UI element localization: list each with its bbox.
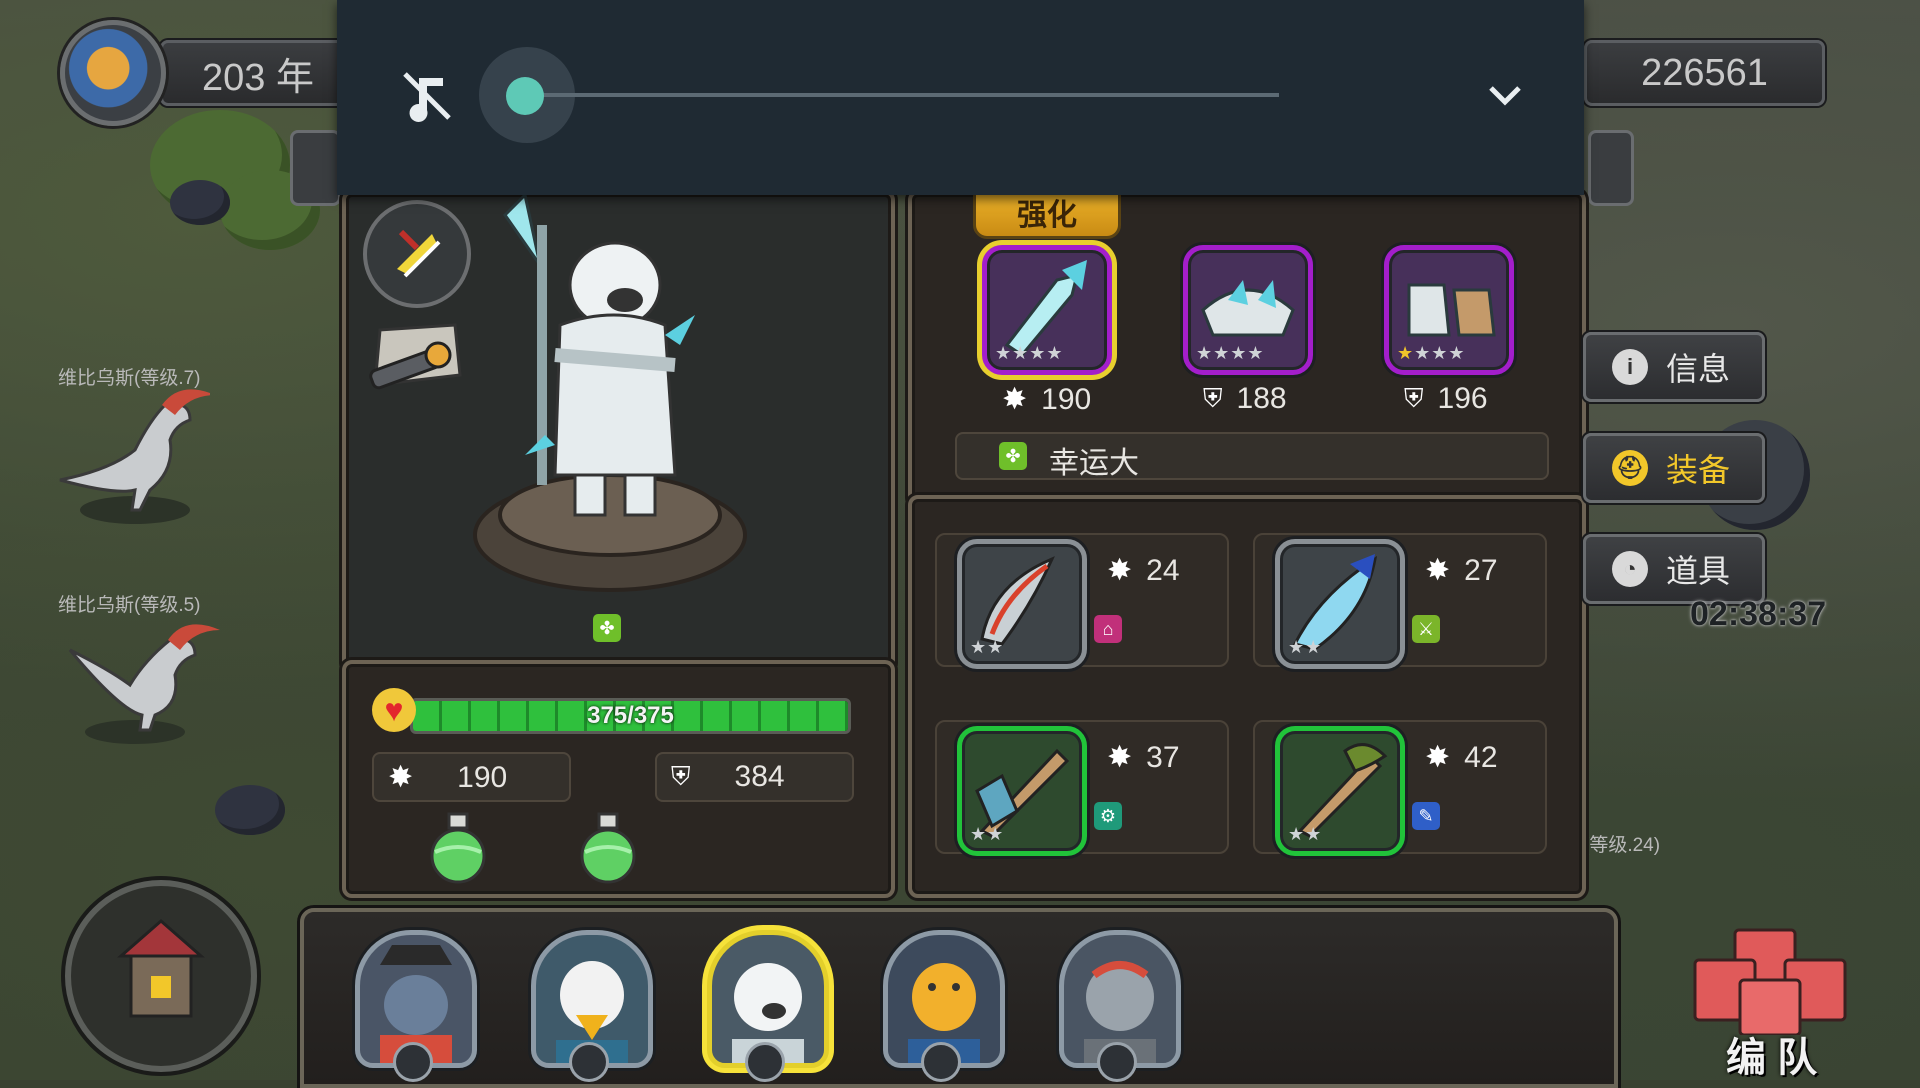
volume-slider-track[interactable] [542, 93, 1279, 97]
set-name: 幸运大 [1049, 447, 1139, 480]
enhance-label: 强化 [1017, 199, 1077, 232]
item-value: 27 [1464, 553, 1498, 587]
hp-bar: 375/375 [410, 698, 851, 734]
left-panel-hook [290, 130, 341, 206]
attack-icon: ✸ [388, 761, 414, 794]
info-icon: i [1612, 349, 1648, 385]
team-formation-button[interactable]: 编 队 [1690, 925, 1855, 1080]
items-label: 道具 [1666, 553, 1731, 589]
attack-icon: ✸ [1002, 383, 1028, 416]
star-rating: ★★ [970, 824, 1005, 844]
rock [215, 785, 285, 835]
skill-slot[interactable] [363, 200, 471, 308]
inventory-item-4[interactable]: ★★ ✸ 42 ✎ [1253, 720, 1547, 856]
item-value: 37 [1146, 740, 1180, 774]
countdown-timer: 02:38:37 [1690, 595, 1827, 633]
inventory-item-3[interactable]: ★★ ✸ 37 ⚙ [935, 720, 1229, 856]
inventory-item-1[interactable]: ★★ ✸ 24 ⌂ [935, 533, 1229, 669]
team-member-1[interactable] [355, 930, 477, 1082]
heart-icon: ♥ [372, 688, 416, 732]
potion-icon[interactable] [425, 812, 491, 884]
defense-icon: ⛨ [1404, 383, 1424, 413]
defense-stat-box: ⛨ 384 [655, 752, 854, 802]
role-badge-icon [1097, 1042, 1137, 1082]
enemy-label-2: 维比乌斯(等级.5) [58, 595, 201, 616]
defense-icon: ⛨ [671, 761, 691, 791]
volume-slider-thumb[interactable] [506, 77, 544, 115]
home-button[interactable] [65, 880, 257, 1072]
year-text: 203 年 [202, 56, 314, 99]
polar-bear-hero[interactable] [465, 191, 755, 595]
info-label: 信息 [1666, 351, 1731, 387]
equip-button[interactable]: ⛑ 装备 [1583, 433, 1765, 503]
team-member-3[interactable] [707, 930, 829, 1082]
currency-text: 226561 [1641, 51, 1768, 94]
equip-slot-weapon[interactable]: ★★★★ [982, 245, 1112, 375]
attack-icon: ✸ [1107, 741, 1133, 774]
star-rating: ★★★★ [995, 343, 1064, 363]
clover-icon: ✤ [593, 614, 621, 642]
potion-icon[interactable] [575, 812, 641, 884]
star-rating: ★★ [1288, 637, 1323, 657]
attack-value: 190 [457, 760, 508, 794]
items-button[interactable]: ◔ 道具 [1583, 534, 1765, 604]
helmet-icon: ⛑ [1612, 450, 1648, 486]
claw-slash-icon [397, 229, 441, 278]
item-value: 24 [1146, 553, 1180, 587]
attack-stat-box: ✸ 190 [372, 752, 571, 802]
house-icon [117, 919, 205, 1018]
role-badge-icon [745, 1042, 785, 1082]
equip-stat-2: ⛨ 188 [1203, 382, 1287, 415]
rock [170, 180, 230, 225]
enemy-label-1: 维比乌斯(等级.7) [58, 368, 201, 389]
item-icon-crystal-club: ★★ [957, 726, 1087, 856]
info-button[interactable]: i 信息 [1583, 332, 1765, 402]
star-rating: ★★★★ [1196, 343, 1265, 363]
team-member-4[interactable] [883, 930, 1005, 1082]
inventory-item-2[interactable]: ★★ ✸ 27 ⚔ [1253, 533, 1547, 669]
defense-value: 384 [734, 760, 785, 793]
item-value: 42 [1464, 740, 1498, 774]
role-badge-icon [921, 1042, 961, 1082]
chevron-down-icon[interactable] [1479, 70, 1531, 122]
world-globe-icon[interactable] [60, 20, 166, 126]
attack-icon: ✸ [1425, 741, 1451, 774]
currency-display: 226561 [1584, 40, 1825, 106]
class-badge-icon: ✎ [1412, 802, 1440, 830]
equip-stat-1: ✸ 190 [1002, 382, 1092, 417]
pouch-icon: ◔ [1612, 551, 1648, 587]
class-badge-icon: ⌂ [1094, 615, 1122, 643]
star-rating: ★★★★ [1397, 343, 1466, 363]
equip-slot-armor[interactable]: ★★★★ [1183, 245, 1313, 375]
clover-icon: ✤ [999, 442, 1027, 470]
hp-text: 375/375 [587, 702, 674, 729]
team-member-2[interactable] [531, 930, 653, 1082]
equip-slot-boots[interactable]: ★★★★ [1384, 245, 1514, 375]
class-badge-icon: ⚔ [1412, 615, 1440, 643]
volume-overlay [337, 0, 1584, 195]
map-spyglass-icon[interactable] [360, 320, 465, 400]
attack-icon: ✸ [1425, 554, 1451, 587]
item-icon-wood-staff: ★★ [1275, 726, 1405, 856]
star-rating: ★★ [970, 637, 1005, 657]
role-badge-icon [393, 1042, 433, 1082]
team-icon [1693, 928, 1847, 1037]
defense-icon: ⛨ [1203, 383, 1223, 413]
set-bonus-bar[interactable]: ✤ 幸运大 [955, 432, 1549, 480]
class-badge-icon: ⚙ [1094, 802, 1122, 830]
attack-icon: ✸ [1107, 554, 1133, 587]
music-off-icon[interactable] [397, 66, 457, 126]
role-badge-icon [569, 1042, 609, 1082]
star-rating: ★★ [1288, 824, 1323, 844]
item-icon-ice-blade: ★★ [1275, 539, 1405, 669]
team-member-5[interactable] [1059, 930, 1181, 1082]
year-display: 203 年 [160, 40, 356, 106]
equip-label: 装备 [1666, 452, 1731, 488]
equip-stat-3: ⛨ 196 [1404, 382, 1488, 415]
right-panel-hook [1588, 130, 1634, 206]
item-icon-blade: ★★ [957, 539, 1087, 669]
team-formation-label: 编 队 [1726, 1036, 1818, 1080]
